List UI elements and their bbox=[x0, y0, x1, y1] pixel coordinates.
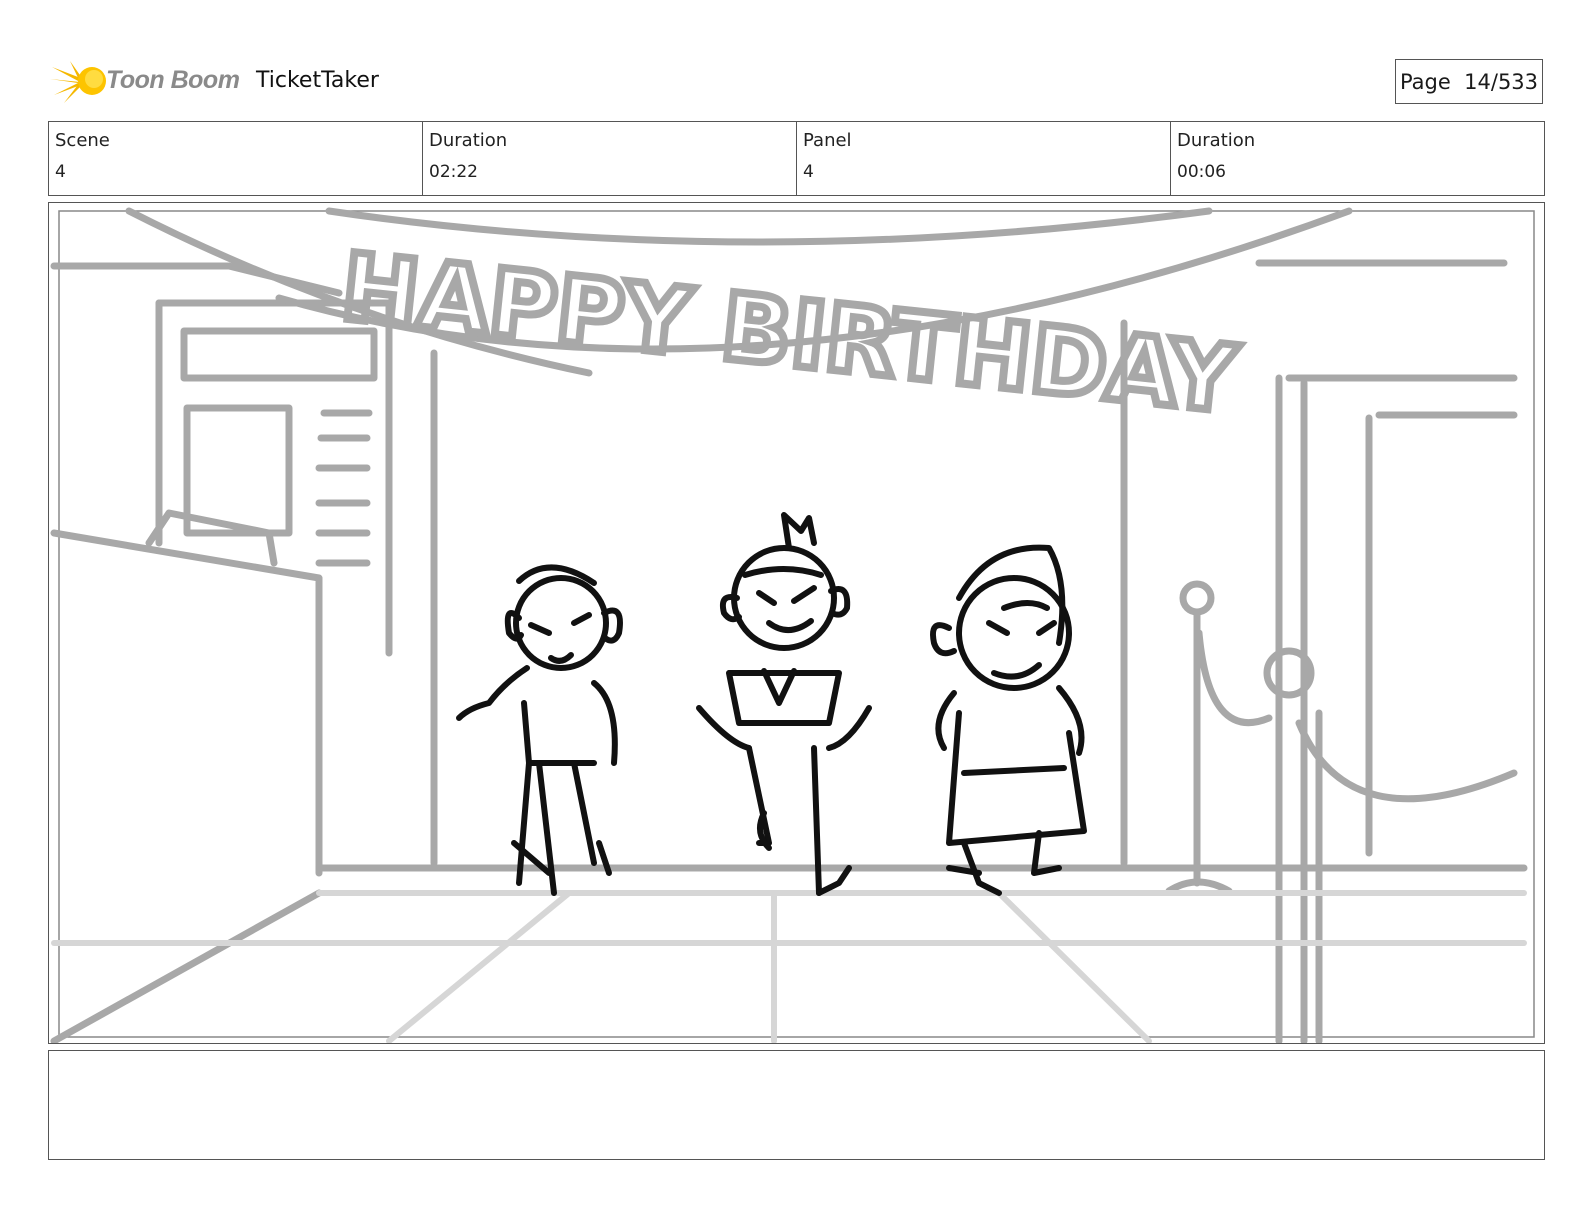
banner-text: HAPPY BIRTHDAY bbox=[337, 233, 1243, 433]
panel-label: Panel bbox=[803, 130, 852, 151]
scene-duration-value: 02:22 bbox=[429, 162, 478, 182]
page-indicator: Page 14/533 bbox=[1395, 59, 1543, 104]
sketch-image: HAPPY BIRTHDAY bbox=[50, 207, 1535, 1043]
scene-value: 4 bbox=[55, 162, 66, 182]
panel-duration-cell: Duration 00:06 bbox=[1171, 122, 1544, 195]
panel-cell: Panel 4 bbox=[797, 122, 1171, 195]
scene-duration-cell: Duration 02:22 bbox=[423, 122, 797, 195]
logo-text: Toon Boom bbox=[106, 66, 240, 94]
scene-cell: Scene 4 bbox=[49, 122, 423, 195]
storyboard-panel: HAPPY BIRTHDAY bbox=[48, 202, 1545, 1044]
scene-label: Scene bbox=[55, 130, 110, 151]
panel-info-table: Scene 4 Duration 02:22 Panel 4 Duration … bbox=[48, 121, 1545, 196]
scene-duration-label: Duration bbox=[429, 130, 508, 151]
panel-value: 4 bbox=[803, 162, 814, 182]
project-title: TicketTaker bbox=[256, 68, 379, 93]
toon-boom-logo-icon bbox=[50, 61, 106, 103]
panel-notes bbox=[48, 1050, 1545, 1160]
panel-duration-label: Duration bbox=[1177, 130, 1256, 151]
panel-duration-value: 00:06 bbox=[1177, 162, 1226, 182]
